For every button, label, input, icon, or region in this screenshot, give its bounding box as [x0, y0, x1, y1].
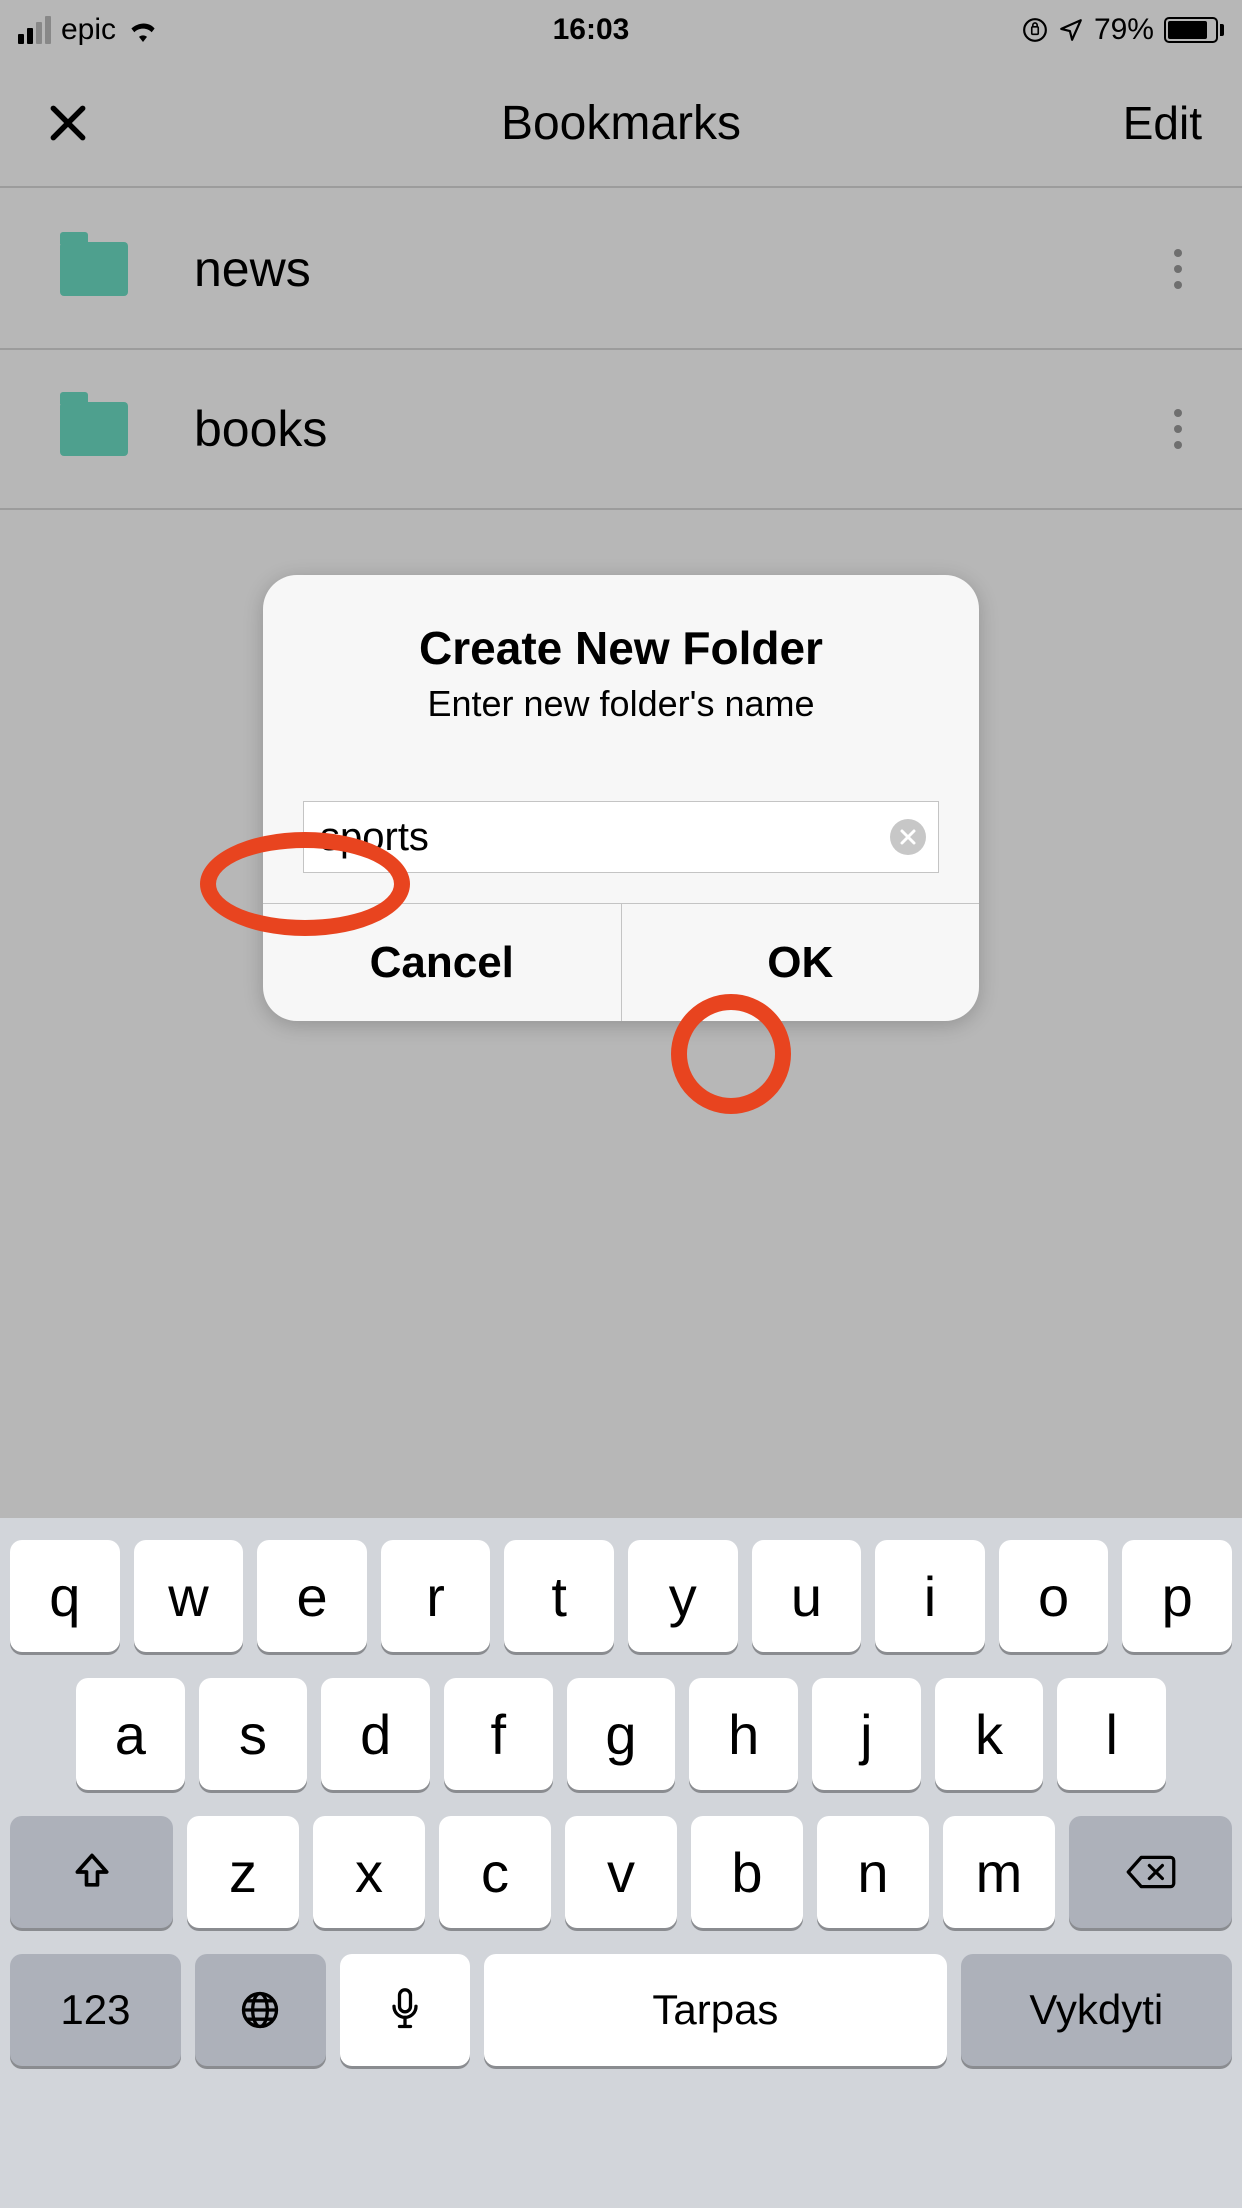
key-m[interactable]: m — [943, 1816, 1055, 1928]
annotation-circle — [200, 832, 410, 936]
key-f[interactable]: f — [444, 1678, 553, 1790]
wifi-icon — [126, 18, 160, 42]
folder-icon — [60, 402, 128, 456]
battery-icon — [1164, 17, 1224, 43]
key-s[interactable]: s — [199, 1678, 308, 1790]
dialog-title: Create New Folder — [303, 621, 939, 675]
on-screen-keyboard: q w e r t y u i o p a s d f g h j k l z … — [0, 1518, 1242, 2208]
dictation-key[interactable] — [340, 1954, 471, 2066]
globe-icon — [238, 1988, 282, 2032]
microphone-icon — [389, 1988, 421, 2032]
close-button[interactable] — [40, 95, 96, 151]
key-n[interactable]: n — [817, 1816, 929, 1928]
key-x[interactable]: x — [313, 1816, 425, 1928]
folder-icon — [60, 242, 128, 296]
numbers-key[interactable]: 123 — [10, 1954, 181, 2066]
list-item[interactable]: news — [0, 190, 1242, 350]
backspace-icon — [1125, 1852, 1177, 1892]
key-r[interactable]: r — [381, 1540, 491, 1652]
backspace-key[interactable] — [1069, 1816, 1232, 1928]
clear-icon — [899, 828, 917, 846]
close-icon — [46, 101, 90, 145]
key-k[interactable]: k — [935, 1678, 1044, 1790]
nav-header: Bookmarks Edit — [0, 60, 1242, 188]
bookmark-folder-list: news books — [0, 190, 1242, 510]
carrier-label: epic — [61, 13, 116, 47]
key-v[interactable]: v — [565, 1816, 677, 1928]
more-options-button[interactable] — [1154, 229, 1202, 309]
orientation-lock-icon — [1022, 17, 1048, 43]
battery-percent: 79% — [1094, 13, 1154, 47]
key-j[interactable]: j — [812, 1678, 921, 1790]
key-q[interactable]: q — [10, 1540, 120, 1652]
space-key[interactable]: Tarpas — [484, 1954, 946, 2066]
annotation-circle — [671, 994, 791, 1114]
key-g[interactable]: g — [567, 1678, 676, 1790]
dialog-message: Enter new folder's name — [303, 683, 939, 725]
edit-button[interactable]: Edit — [1123, 96, 1202, 150]
key-i[interactable]: i — [875, 1540, 985, 1652]
key-h[interactable]: h — [689, 1678, 798, 1790]
globe-key[interactable] — [195, 1954, 326, 2066]
key-e[interactable]: e — [257, 1540, 367, 1652]
return-key[interactable]: Vykdyti — [961, 1954, 1232, 2066]
key-z[interactable]: z — [187, 1816, 299, 1928]
key-b[interactable]: b — [691, 1816, 803, 1928]
clock: 16:03 — [553, 13, 630, 47]
folder-name-input[interactable] — [320, 815, 878, 860]
key-t[interactable]: t — [504, 1540, 614, 1652]
key-y[interactable]: y — [628, 1540, 738, 1652]
status-bar: epic 16:03 79% — [0, 0, 1242, 60]
shift-key[interactable] — [10, 1816, 173, 1928]
key-d[interactable]: d — [321, 1678, 430, 1790]
page-title: Bookmarks — [0, 96, 1242, 151]
list-item[interactable]: books — [0, 350, 1242, 510]
clear-input-button[interactable] — [890, 819, 926, 855]
key-l[interactable]: l — [1057, 1678, 1166, 1790]
folder-name: news — [194, 240, 1154, 298]
folder-name: books — [194, 400, 1154, 458]
key-p[interactable]: p — [1122, 1540, 1232, 1652]
key-c[interactable]: c — [439, 1816, 551, 1928]
cellular-signal-icon — [18, 16, 51, 44]
key-a[interactable]: a — [76, 1678, 185, 1790]
create-folder-dialog: Create New Folder Enter new folder's nam… — [263, 575, 979, 1021]
key-w[interactable]: w — [134, 1540, 244, 1652]
key-u[interactable]: u — [752, 1540, 862, 1652]
shift-icon — [70, 1850, 114, 1894]
more-options-button[interactable] — [1154, 389, 1202, 469]
location-icon — [1058, 17, 1084, 43]
key-o[interactable]: o — [999, 1540, 1109, 1652]
ok-button[interactable]: OK — [622, 904, 980, 1021]
